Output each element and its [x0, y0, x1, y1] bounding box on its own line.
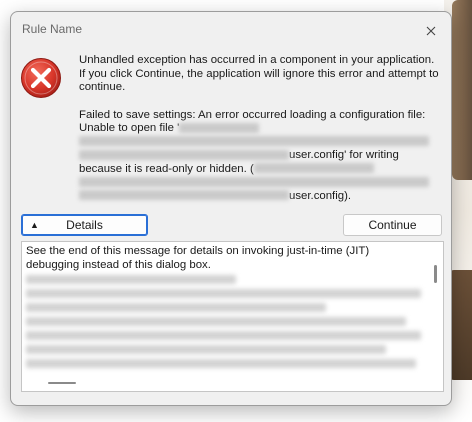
details-redacted [26, 270, 422, 373]
window-title: Rule Name [22, 22, 83, 36]
message-line: user.config). [79, 190, 439, 204]
continue-button-label: Continue [368, 218, 417, 232]
error-dialog: Rule Name Unhandled exception has occurr… [10, 11, 452, 406]
background-decoration [452, 0, 472, 180]
horizontal-scrollbar[interactable] [48, 382, 76, 384]
triangle-up-icon: ▲ [30, 220, 39, 230]
details-button[interactable]: ▲ Details [21, 214, 148, 236]
message-line [79, 176, 439, 190]
message-intro: Unhandled exception has occurred in a co… [79, 54, 439, 93]
error-message: Unhandled exception has occurred in a co… [79, 54, 439, 203]
message-line: user.config' for writing [79, 149, 439, 163]
message-line: Failed to save settings: An error occurr… [79, 108, 426, 121]
close-icon [426, 26, 436, 36]
vertical-scrollbar[interactable] [434, 265, 437, 283]
message-line [79, 136, 439, 150]
title-bar[interactable]: Rule Name [11, 12, 451, 44]
message-text: user.config' for writing [289, 149, 399, 161]
message-text: user.config). [289, 189, 352, 202]
close-button[interactable] [421, 21, 441, 41]
continue-button[interactable]: Continue [343, 214, 442, 236]
details-textbox[interactable]: See the end of this message for details … [21, 241, 444, 392]
message-line: because it is read-only or hidden. ( [79, 163, 439, 177]
details-button-label: Details [66, 218, 103, 232]
message-text: because it is read-only or hidden. ( [79, 162, 254, 175]
message-text: Unable to open file ' [79, 122, 180, 134]
message-line: Unable to open file ' [79, 122, 439, 136]
error-icon [21, 58, 61, 98]
details-intro: See the end of this message for details … [26, 245, 370, 271]
